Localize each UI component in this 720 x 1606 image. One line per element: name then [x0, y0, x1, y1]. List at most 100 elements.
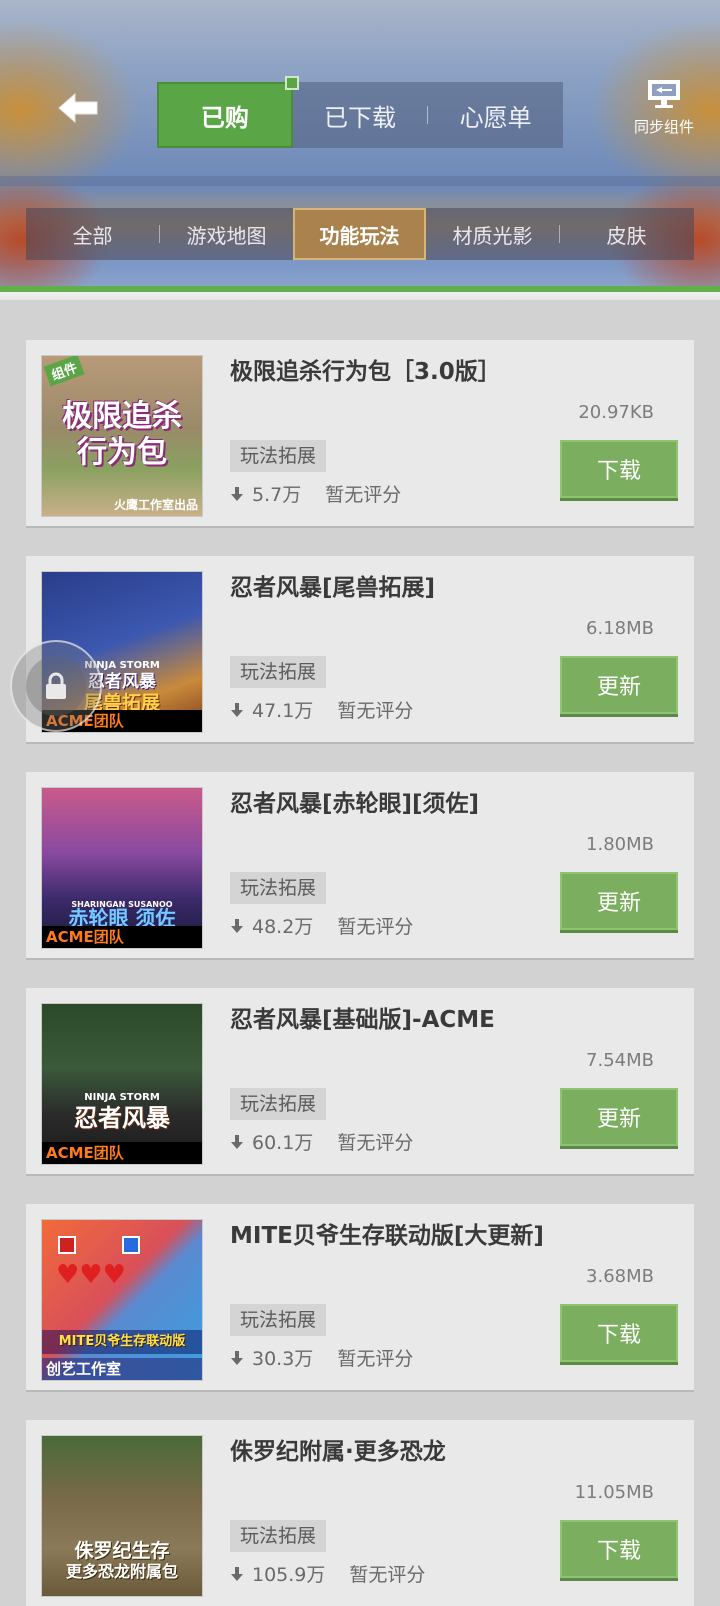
- floating-assistant-button[interactable]: [10, 640, 102, 732]
- tab-wishlist[interactable]: 心愿单: [428, 82, 563, 148]
- header-divider: [0, 292, 720, 300]
- list-item[interactable]: 侏罗纪生存 更多恐龙附属包 侏罗纪附属·更多恐龙 11.05MB 玩法拓展 10…: [26, 1420, 694, 1606]
- download-count-icon: [231, 1566, 243, 1581]
- item-tag: 玩法拓展: [230, 872, 327, 904]
- item-meta: 47.1万 暂无评分: [230, 696, 413, 723]
- floating-ball-inner: [26, 656, 86, 716]
- category-game-maps[interactable]: 游戏地图: [160, 208, 293, 260]
- tab-wishlist-label: 心愿单: [459, 103, 532, 132]
- download-button[interactable]: 下载: [560, 440, 678, 498]
- header: 已购 已下载 心愿单 同步组件 全部 游戏地图 功能玩法 材质光影 皮肤: [0, 0, 720, 300]
- item-title: 侏罗纪附属·更多恐龙: [230, 1439, 446, 1465]
- item-downloads: 60.1万: [252, 1132, 314, 1154]
- item-tag: 玩法拓展: [230, 1520, 327, 1552]
- thumb-subtitle: 行为包: [77, 435, 167, 470]
- tab-downloaded-label: 已下载: [324, 103, 396, 132]
- category-skins[interactable]: 皮肤: [560, 208, 693, 260]
- tab-purchased[interactable]: 已购: [157, 76, 299, 148]
- item-tag: 玩法拓展: [230, 1304, 327, 1336]
- category-bar: 全部 游戏地图 功能玩法 材质光影 皮肤: [26, 208, 694, 260]
- download-count-icon: [231, 918, 243, 933]
- item-tag: 玩法拓展: [230, 1088, 327, 1120]
- top-tab-bar: 已购 已下载 心愿单: [157, 76, 563, 148]
- item-thumbnail: SHARINGAN SUSANOO 赤轮眼 须佐 ACME团队: [42, 788, 202, 948]
- download-button[interactable]: 下载: [560, 1520, 678, 1578]
- armor-icon: [122, 1236, 140, 1254]
- item-downloads: 5.7万: [252, 484, 302, 506]
- item-thumbnail: 组件 极限追杀 行为包 火鹰工作室出品: [42, 356, 202, 516]
- item-size: 11.05MB: [574, 1482, 654, 1503]
- item-rating: 暂无评分: [337, 1132, 414, 1154]
- item-title: 忍者风暴[尾兽拓展]: [230, 575, 436, 601]
- category-label: 全部: [72, 223, 113, 248]
- tab-downloaded[interactable]: 已下载: [293, 82, 428, 148]
- download-count-icon: [231, 702, 243, 717]
- monitor-sync-icon: [648, 80, 680, 108]
- item-thumbnail: 侏罗纪生存 更多恐龙附属包: [42, 1436, 202, 1596]
- item-rating: 暂无评分: [349, 1564, 426, 1586]
- list-item[interactable]: NINJA STORM 忍者风暴 尾兽拓展 ACME团队 忍者风暴[尾兽拓展] …: [26, 556, 694, 742]
- download-count-icon: [231, 1134, 243, 1149]
- category-gameplay[interactable]: 功能玩法: [293, 208, 426, 260]
- sync-components-button[interactable]: 同步组件: [622, 78, 706, 144]
- item-size: 20.97KB: [578, 402, 654, 423]
- item-rating: 暂无评分: [337, 700, 414, 722]
- item-meta: 60.1万 暂无评分: [230, 1128, 413, 1155]
- thumb-footer: ACME团队: [42, 926, 202, 948]
- category-label: 游戏地图: [186, 223, 267, 248]
- back-arrow-icon: [58, 92, 98, 124]
- item-thumbnail: ♥♥♥ MITE贝爷生存联动版 创艺工作室: [42, 1220, 202, 1380]
- back-button[interactable]: [52, 86, 104, 130]
- item-title: MITE贝爷生存联动版[大更新]: [230, 1223, 544, 1249]
- list-item[interactable]: NINJA STORM 忍者风暴 ACME团队 忍者风暴[基础版]-ACME 7…: [26, 988, 694, 1174]
- list-item[interactable]: ♥♥♥ MITE贝爷生存联动版 创艺工作室 MITE贝爷生存联动版[大更新] 3…: [26, 1204, 694, 1390]
- download-count-icon: [231, 486, 243, 501]
- thumb-title: 忍者风暴: [74, 1104, 170, 1132]
- download-button[interactable]: 下载: [560, 1304, 678, 1362]
- category-label: 皮肤: [606, 223, 647, 248]
- item-title: 极限追杀行为包［3.0版］: [230, 359, 501, 385]
- lock-icon: [46, 672, 66, 699]
- item-rating: 暂无评分: [337, 916, 414, 938]
- category-all[interactable]: 全部: [26, 208, 159, 260]
- item-downloads: 48.2万: [252, 916, 314, 938]
- item-tag: 玩法拓展: [230, 440, 327, 472]
- item-tag: 玩法拓展: [230, 656, 327, 688]
- sync-components-label: 同步组件: [633, 118, 694, 136]
- item-meta: 30.3万 暂无评分: [230, 1344, 413, 1371]
- category-textures[interactable]: 材质光影: [426, 208, 559, 260]
- list-item[interactable]: SHARINGAN SUSANOO 赤轮眼 须佐 ACME团队 忍者风暴[赤轮眼…: [26, 772, 694, 958]
- item-title: 忍者风暴[赤轮眼][须佐]: [230, 791, 480, 817]
- thumb-footer: 火鹰工作室出品: [113, 498, 198, 512]
- item-downloads: 47.1万: [252, 700, 314, 722]
- health-icon: [58, 1236, 76, 1254]
- item-meta: 5.7万 暂无评分: [230, 480, 401, 507]
- heart-icon: ♥♥♥: [56, 1260, 126, 1290]
- update-button[interactable]: 更新: [560, 1088, 678, 1146]
- thumb-title: 极限追杀: [62, 399, 182, 434]
- thumb-subtitle: NINJA STORM: [84, 1092, 160, 1103]
- header-band: [0, 176, 720, 186]
- item-title: 忍者风暴[基础版]-ACME: [230, 1007, 495, 1033]
- item-downloads: 30.3万: [252, 1348, 314, 1370]
- tab-purchased-label: 已购: [200, 103, 249, 132]
- item-size: 1.80MB: [586, 834, 654, 855]
- list-item[interactable]: 组件 极限追杀 行为包 火鹰工作室出品 极限追杀行为包［3.0版］ 20.97K…: [26, 340, 694, 526]
- update-button[interactable]: 更新: [560, 656, 678, 714]
- update-button[interactable]: 更新: [560, 872, 678, 930]
- item-rating: 暂无评分: [337, 1348, 414, 1370]
- thumb-title: 侏罗纪生存: [74, 1540, 170, 1562]
- item-downloads: 105.9万: [252, 1564, 326, 1586]
- thumb-subtitle: 更多恐龙附属包: [65, 1562, 178, 1581]
- item-rating: 暂无评分: [325, 484, 402, 506]
- item-size: 6.18MB: [586, 618, 654, 639]
- item-meta: 105.9万 暂无评分: [230, 1560, 425, 1587]
- thumb-badge: 组件: [43, 356, 85, 387]
- download-count-icon: [231, 1350, 243, 1365]
- item-thumbnail: NINJA STORM 忍者风暴 ACME团队: [42, 1004, 202, 1164]
- item-size: 3.68MB: [586, 1266, 654, 1287]
- category-label: 材质光影: [452, 223, 533, 248]
- category-label: 功能玩法: [319, 223, 400, 248]
- thumb-footer: 创艺工作室: [42, 1358, 202, 1380]
- item-meta: 48.2万 暂无评分: [230, 912, 413, 939]
